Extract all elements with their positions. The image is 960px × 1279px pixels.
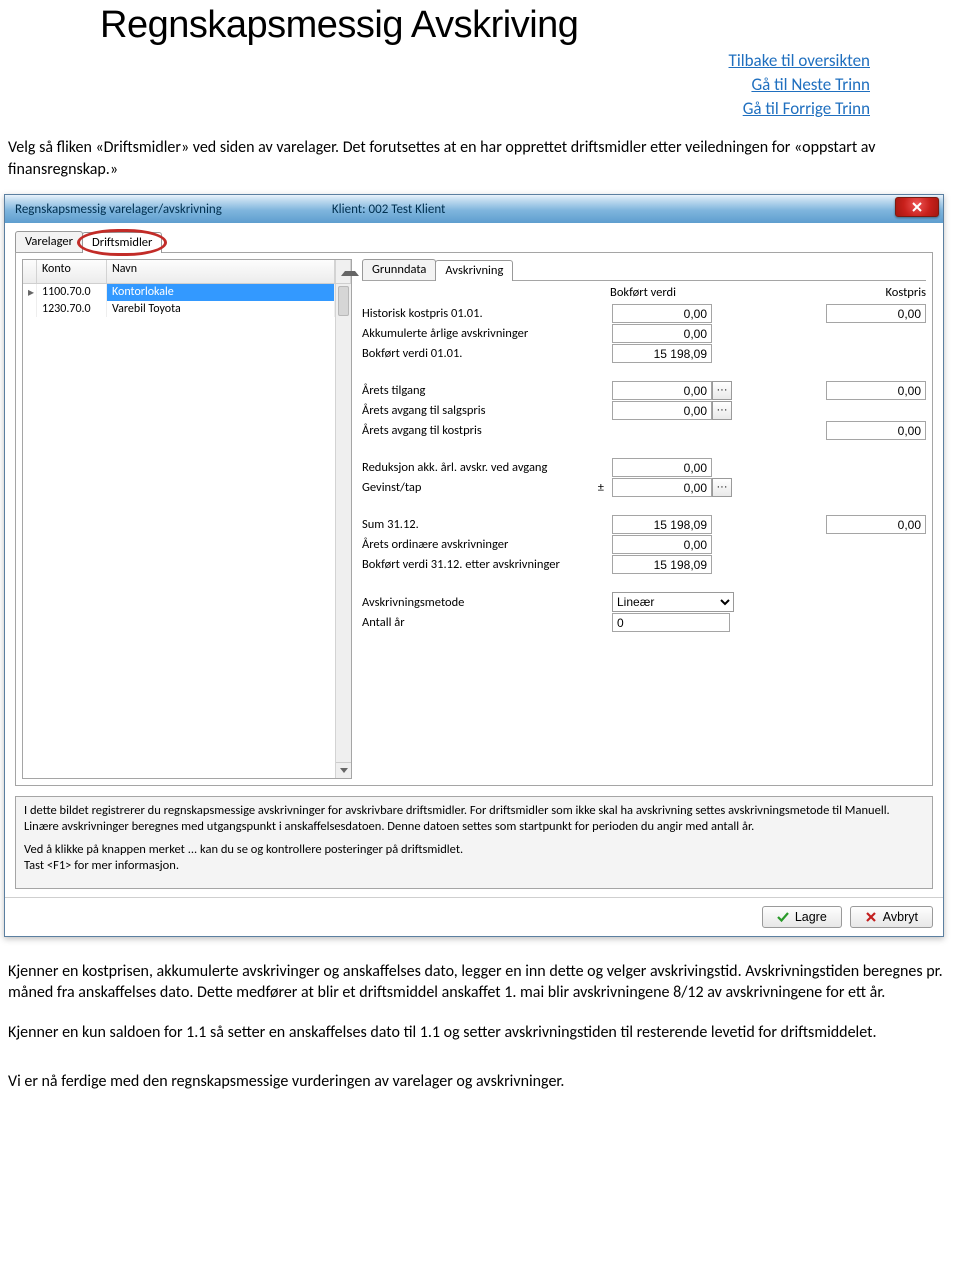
- lagre-label: Lagre: [795, 910, 827, 924]
- input-antall-ar[interactable]: [612, 613, 730, 632]
- list-row[interactable]: 1230.70.0 Varebil Toyota: [23, 301, 335, 317]
- ellipsis-button-avgang-salg[interactable]: ···: [712, 401, 732, 420]
- label-historisk-kostpris: Historisk kostpris 01.01.: [362, 306, 612, 321]
- label-bokfort-0101: Bokført verdi 01.01.: [362, 346, 612, 361]
- label-avgang-salgspris: Årets avgang til salgspris: [362, 403, 612, 418]
- help-paragraph-2: Ved å klikke på knappen merket ... kan d…: [24, 842, 924, 873]
- scroll-down-button[interactable]: [336, 762, 351, 778]
- window-title: Regnskapsmessig varelager/avskrivning: [15, 202, 222, 217]
- row-current-marker: ▸: [23, 284, 37, 301]
- input-arets-tilgang-side[interactable]: [826, 381, 926, 400]
- link-overview[interactable]: Tilbake til oversikten: [0, 50, 870, 71]
- input-akkumulerte[interactable]: [612, 324, 712, 343]
- asset-listview: Konto Navn ▸ 1100.70.0 Kont: [22, 259, 352, 779]
- subtab-grunndata[interactable]: Grunndata: [362, 259, 436, 280]
- page-title: Regnskapsmessig Avskriving: [100, 4, 960, 47]
- chevron-down-icon: [340, 768, 348, 773]
- avbryt-label: Avbryt: [883, 910, 918, 924]
- input-arets-tilgang[interactable]: [612, 381, 712, 400]
- chevron-up-icon: [341, 267, 359, 276]
- input-sum-3112-side[interactable]: [826, 515, 926, 534]
- label-avgang-kostpris: Årets avgang til kostpris: [362, 423, 612, 438]
- header-kostpris: Kostpris: [816, 285, 926, 300]
- header-bokfort-verdi: Bokført verdi: [566, 285, 676, 300]
- label-sum-3112: Sum 31.12.: [362, 517, 612, 532]
- col-navn[interactable]: Navn: [107, 260, 335, 283]
- scrollbar-thumb[interactable]: [338, 286, 349, 316]
- label-arets-tilgang: Årets tilgang: [362, 383, 612, 398]
- input-avgang-kostpris[interactable]: [826, 421, 926, 440]
- label-gevinst-tap: Gevinst/tap: [362, 480, 421, 495]
- row-current-marker: [23, 301, 37, 317]
- label-ordinare-avskr: Årets ordinære avskrivninger: [362, 537, 612, 552]
- link-prev-step[interactable]: Gå til Forrige Trinn: [0, 98, 870, 119]
- tab-driftsmidler[interactable]: Driftsmidler: [82, 232, 162, 253]
- cell-konto: 1100.70.0: [37, 284, 107, 301]
- input-bokfort-3112[interactable]: [612, 555, 712, 574]
- dialog-footer: Lagre Avbryt: [5, 897, 943, 936]
- check-icon: [777, 911, 789, 923]
- instruction-paragraph-3: Kjenner en kun saldoen for 1.1 så setter…: [8, 1022, 952, 1044]
- listview-scrollbar[interactable]: [335, 284, 351, 778]
- col-konto[interactable]: Konto: [37, 260, 107, 283]
- nav-links: Tilbake til oversikten Gå til Neste Trin…: [0, 50, 870, 119]
- input-gevinst-tap[interactable]: [612, 478, 712, 497]
- input-avgang-salgspris[interactable]: [612, 401, 712, 420]
- subtab-avskrivning[interactable]: Avskrivning: [435, 260, 513, 281]
- cell-navn: Kontorlokale: [107, 284, 335, 301]
- input-reduksjon[interactable]: [612, 458, 712, 477]
- cell-navn: Varebil Toyota: [107, 301, 335, 317]
- close-icon: [911, 201, 923, 213]
- window-client: Klient: 002 Test Klient: [332, 202, 446, 217]
- row-indicator-col: [23, 260, 37, 283]
- help-paragraph-1: I dette bildet registrerer du regnskapsm…: [24, 803, 924, 834]
- label-akkumulerte: Akkumulerte årlige avskrivninger: [362, 326, 612, 341]
- input-historisk-kostpris[interactable]: [612, 304, 712, 323]
- list-row[interactable]: ▸ 1100.70.0 Kontorlokale: [23, 284, 335, 301]
- plusminus-icon: ±: [598, 480, 612, 495]
- tab-driftsmidler-label: Driftsmidler: [92, 235, 152, 250]
- ellipsis-button-tilgang[interactable]: ···: [712, 381, 732, 400]
- label-antall-ar: Antall år: [362, 615, 612, 630]
- instruction-paragraph-2: Kjenner en kostprisen, akkumulerte avskr…: [8, 961, 952, 1004]
- label-avskrivningsmetode: Avskrivningsmetode: [362, 595, 612, 610]
- avbryt-button[interactable]: Avbryt: [850, 906, 933, 928]
- dialog-window: Regnskapsmessig varelager/avskrivning Kl…: [4, 194, 944, 937]
- instruction-paragraph-4: Vi er nå ferdige med den regnskapsmessig…: [8, 1071, 952, 1093]
- listview-header: Konto Navn: [23, 260, 351, 284]
- label-reduksjon: Reduksjon akk. årl. avskr. ved avgang: [362, 460, 612, 475]
- select-avskrivningsmetode[interactable]: Lineær: [612, 592, 734, 612]
- input-sum-3112[interactable]: [612, 515, 712, 534]
- tab-varelager[interactable]: Varelager: [15, 231, 83, 252]
- main-tab-row: Varelager Driftsmidler: [15, 231, 933, 252]
- ellipsis-button-gevinst[interactable]: ···: [712, 478, 732, 497]
- input-bokfort-0101[interactable]: [612, 344, 712, 363]
- input-historisk-kostpris-kost[interactable]: [826, 304, 926, 323]
- help-text-panel: I dette bildet registrerer du regnskapsm…: [15, 796, 933, 889]
- scroll-up-button[interactable]: [335, 260, 351, 283]
- x-icon: [865, 911, 877, 923]
- label-bokfort-3112: Bokført verdi 31.12. etter avskrivninger: [362, 557, 612, 572]
- link-next-step[interactable]: Gå til Neste Trinn: [0, 74, 870, 95]
- cell-konto: 1230.70.0: [37, 301, 107, 317]
- input-ordinare-avskr[interactable]: [612, 535, 712, 554]
- titlebar: Regnskapsmessig varelager/avskrivning Kl…: [5, 195, 943, 223]
- lagre-button[interactable]: Lagre: [762, 906, 842, 928]
- instruction-paragraph-1: Velg så fliken «Driftsmidler» ved siden …: [8, 137, 952, 180]
- close-button[interactable]: [895, 197, 939, 217]
- sub-tab-row: Grunndata Avskrivning: [362, 259, 926, 280]
- tab-panel: Konto Navn ▸ 1100.70.0 Kont: [15, 252, 933, 786]
